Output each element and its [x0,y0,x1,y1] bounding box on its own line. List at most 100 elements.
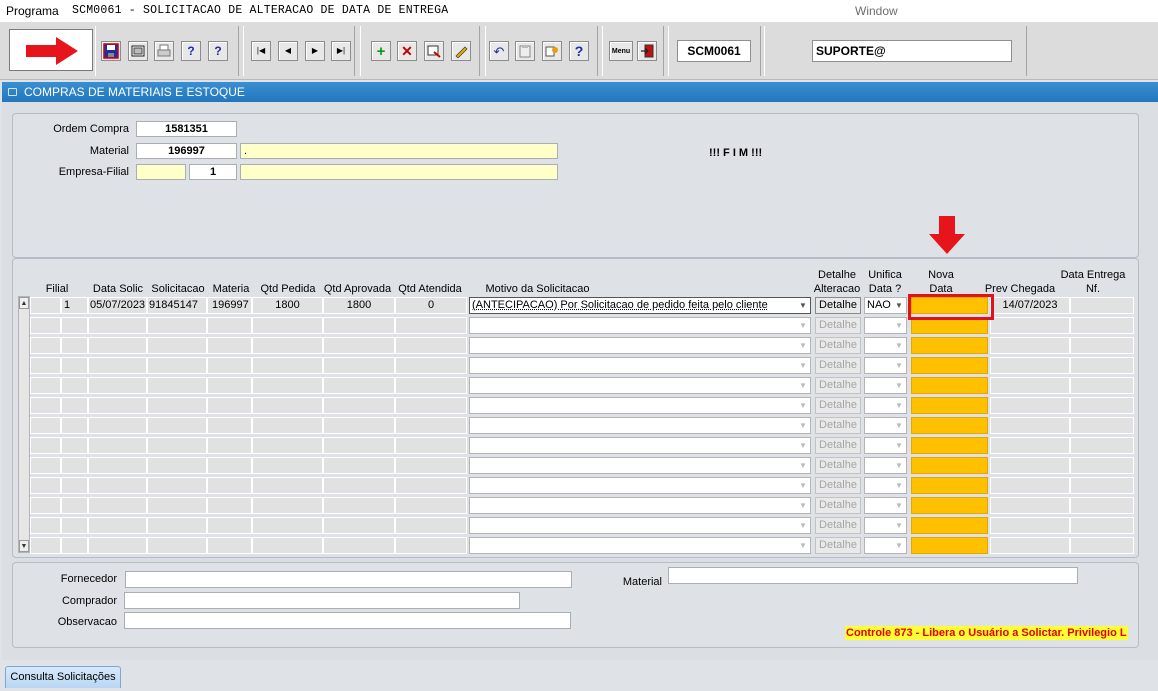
fornecedor-field[interactable] [125,571,572,588]
material-field[interactable]: 196997 [136,143,237,159]
unifica-select[interactable]: ▼ [864,437,907,454]
scroll-up-icon[interactable]: ▲ [19,297,29,309]
nova-data-field[interactable] [911,457,988,474]
nova-data-field[interactable] [911,337,988,354]
chevron-down-icon[interactable]: ▼ [892,378,906,393]
motivo-select[interactable]: ▼ [469,457,811,474]
nova-data-field[interactable] [911,537,988,554]
row-select-cell[interactable] [30,297,61,314]
detalhe-button[interactable]: Detalhe [815,397,861,414]
nova-data-field[interactable] [911,477,988,494]
chevron-down-icon[interactable]: ▼ [796,398,810,413]
exit-icon[interactable] [637,41,657,61]
detalhe-button[interactable]: Detalhe [815,297,861,314]
menu-programa[interactable]: Programa [6,4,59,18]
detalhe-button[interactable]: Detalhe [815,497,861,514]
unifica-select[interactable]: ▼ [864,457,907,474]
chevron-down-icon[interactable]: ▼ [892,418,906,433]
detalhe-button[interactable]: Detalhe [815,537,861,554]
menu-icon[interactable]: Menu [609,41,633,61]
ordem-compra-field[interactable]: 1581351 [136,121,237,137]
nova-data-field[interactable] [911,377,988,394]
unifica-select[interactable]: ▼ [864,537,907,554]
unifica-select[interactable]: ▼ [864,337,907,354]
motivo-select[interactable]: ▼ [469,417,811,434]
detalhe-button[interactable]: Detalhe [815,377,861,394]
chevron-down-icon[interactable]: ▼ [796,378,810,393]
tab-consulta-solicitacoes[interactable]: Consulta Solicitações [5,666,121,688]
chevron-down-icon[interactable]: ▼ [892,358,906,373]
next-record-icon[interactable]: ▶ [305,41,325,61]
chevron-down-icon[interactable]: ▼ [892,478,906,493]
motivo-select[interactable]: ▼ [469,397,811,414]
chevron-down-icon[interactable]: ▼ [796,298,810,313]
unifica-select[interactable]: ▼ [864,317,907,334]
motivo-select[interactable]: (ANTECIPACAO) Por Solicitacao de pedido … [469,297,811,314]
query-run-icon[interactable]: ? [208,41,228,61]
chevron-down-icon[interactable]: ▼ [796,518,810,533]
save-icon[interactable] [101,41,121,61]
clear-record-icon[interactable] [424,41,444,61]
unifica-select[interactable]: NAO ▼ [864,297,907,314]
chevron-down-icon[interactable]: ▼ [892,298,906,313]
nova-data-field[interactable] [911,497,988,514]
chevron-down-icon[interactable]: ▼ [796,318,810,333]
nova-data-field[interactable] [911,437,988,454]
chevron-down-icon[interactable]: ▼ [796,438,810,453]
detalhe-button[interactable]: Detalhe [815,357,861,374]
motivo-select[interactable]: ▼ [469,537,811,554]
delete-record-icon[interactable]: ✕ [397,41,417,61]
scroll-down-icon[interactable]: ▼ [19,540,29,552]
unifica-select[interactable]: ▼ [864,397,907,414]
motivo-select[interactable]: ▼ [469,517,811,534]
query-help-icon[interactable]: ? [181,41,201,61]
chevron-down-icon[interactable]: ▼ [796,498,810,513]
unifica-select[interactable]: ▼ [864,477,907,494]
detalhe-button[interactable]: Detalhe [815,517,861,534]
previous-record-icon[interactable]: ◀ [278,41,298,61]
chevron-down-icon[interactable]: ▼ [892,338,906,353]
filial-field[interactable]: 1 [189,164,237,180]
detalhe-button[interactable]: Detalhe [815,317,861,334]
chevron-down-icon[interactable]: ▼ [892,518,906,533]
chevron-down-icon[interactable]: ▼ [796,458,810,473]
motivo-select[interactable]: ▼ [469,437,811,454]
empresa-field[interactable] [136,164,186,180]
nova-data-field[interactable] [911,517,988,534]
grid-scrollbar[interactable]: ▲ ▼ [18,296,30,553]
chevron-down-icon[interactable]: ▼ [796,358,810,373]
chevron-down-icon[interactable]: ▼ [892,318,906,333]
undo-icon[interactable]: ↶ [489,41,509,61]
help-icon[interactable]: ? [569,41,589,61]
menu-window[interactable]: Window [855,4,898,18]
detalhe-button[interactable]: Detalhe [815,477,861,494]
comprador-field[interactable] [124,592,520,609]
chevron-down-icon[interactable]: ▼ [796,338,810,353]
last-record-icon[interactable]: ▶| [331,41,351,61]
print-icon[interactable] [154,41,174,61]
chevron-down-icon[interactable]: ▼ [892,538,906,553]
motivo-select[interactable]: ▼ [469,357,811,374]
chevron-down-icon[interactable]: ▼ [796,478,810,493]
unifica-select[interactable]: ▼ [864,357,907,374]
unifica-select[interactable]: ▼ [864,497,907,514]
nova-data-field[interactable] [911,417,988,434]
edit-record-icon[interactable] [451,41,471,61]
detalhe-button[interactable]: Detalhe [815,417,861,434]
chevron-down-icon[interactable]: ▼ [892,458,906,473]
detalhe-button[interactable]: Detalhe [815,337,861,354]
detalhe-button[interactable]: Detalhe [815,437,861,454]
motivo-select[interactable]: ▼ [469,477,811,494]
paste-icon[interactable] [515,41,535,61]
chevron-down-icon[interactable]: ▼ [796,418,810,433]
nova-data-field[interactable] [911,357,988,374]
first-record-icon[interactable]: |◀ [251,41,271,61]
unifica-select[interactable]: ▼ [864,517,907,534]
window-icon[interactable] [128,41,148,61]
observacao-field[interactable] [124,612,571,629]
chevron-down-icon[interactable]: ▼ [892,438,906,453]
footer-material-field[interactable] [668,567,1078,584]
nova-data-field[interactable] [911,397,988,414]
detalhe-button[interactable]: Detalhe [815,457,861,474]
motivo-select[interactable]: ▼ [469,317,811,334]
